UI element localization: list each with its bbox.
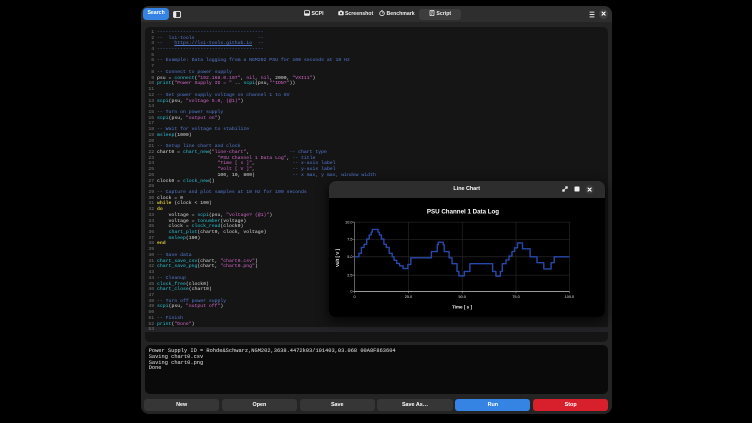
svg-text:Time [ s ]: Time [ s ] <box>452 304 473 309</box>
svg-text:0: 0 <box>353 294 355 298</box>
svg-text:0: 0 <box>350 289 352 293</box>
svg-text:50.0: 50.0 <box>459 294 466 298</box>
svg-text:2.5: 2.5 <box>347 273 352 277</box>
svg-text:100.0: 100.0 <box>565 294 575 298</box>
svg-text:Volt [ V ]: Volt [ V ] <box>335 248 340 267</box>
svg-text:5.0: 5.0 <box>347 255 352 259</box>
svg-text:PSU Channel 1 Data Log: PSU Channel 1 Data Log <box>427 208 499 215</box>
svg-text:10.0: 10.0 <box>345 220 352 224</box>
svg-text:25.0: 25.0 <box>405 294 412 298</box>
svg-text:7.5: 7.5 <box>347 237 352 241</box>
svg-text:75.0: 75.0 <box>512 294 519 298</box>
